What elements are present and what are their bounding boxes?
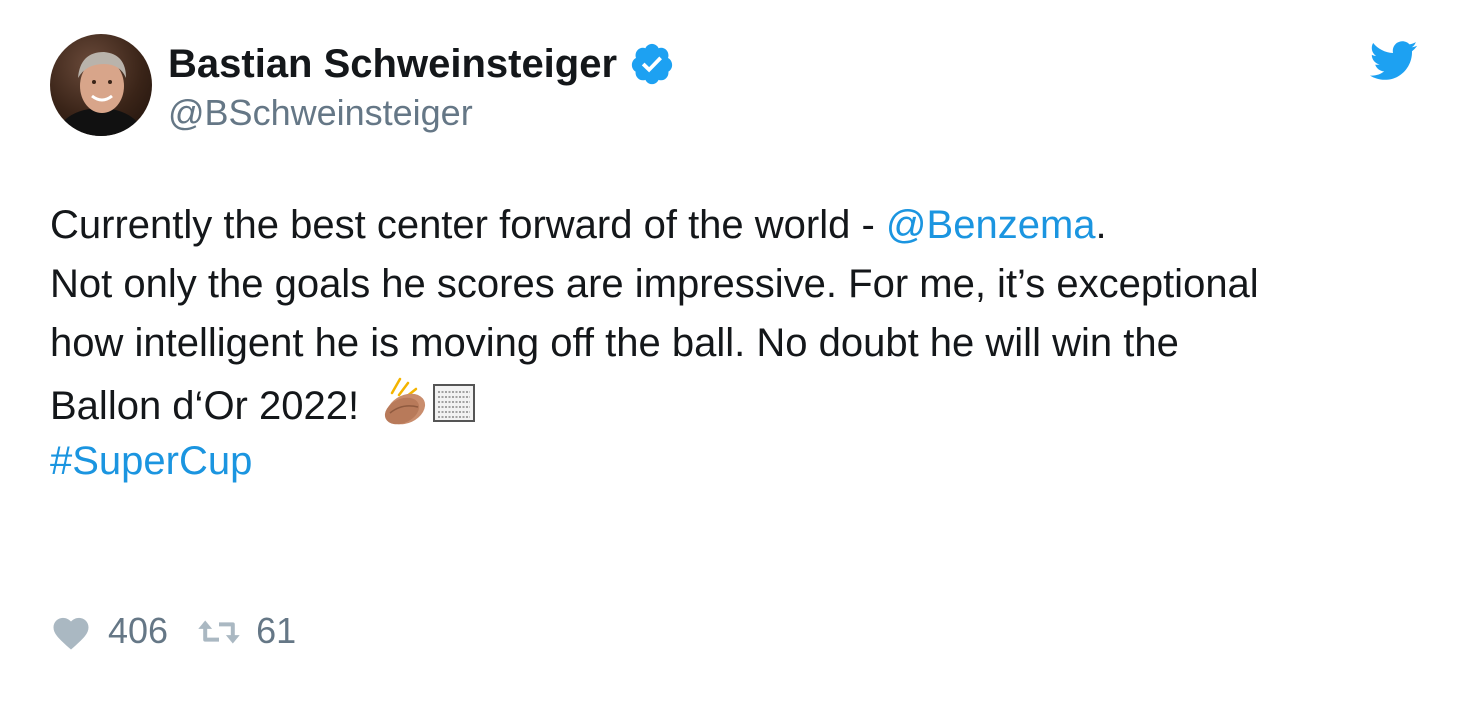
missing-glyph-box-icon	[432, 381, 476, 425]
tweet-actions: 406 61	[50, 606, 296, 656]
hashtag-link[interactable]: #SuperCup	[50, 432, 1430, 491]
tweet-line-3: how intelligent he is moving off the bal…	[50, 321, 1179, 365]
heart-icon[interactable]	[50, 611, 92, 651]
retweet-count[interactable]: 61	[256, 610, 296, 652]
tweet-text: Currently the best center forward of the…	[50, 196, 1430, 491]
twitter-bird-icon[interactable]	[1369, 40, 1418, 82]
tweet-line-4-text: Ballon d‘Or 2022!	[50, 384, 371, 428]
tweet-line-1: Currently the best center forward of the…	[50, 196, 1430, 255]
author-display-name[interactable]: Bastian Schweinsteiger	[168, 38, 617, 90]
verified-badge-icon	[629, 41, 675, 87]
like-count[interactable]: 406	[108, 610, 168, 652]
tweet-line-4: Ballon d‘Or 2022!	[50, 373, 1430, 432]
tweet-line-1-text: Currently the best center forward of the…	[50, 203, 886, 247]
tweet-line-1-end: .	[1095, 203, 1107, 247]
tweet-line-2: Not only the goals he scores are impress…	[50, 262, 1259, 306]
author-handle[interactable]: @BSchweinsteiger	[168, 90, 473, 136]
clapping-hands-emoji	[378, 373, 430, 425]
mention-link[interactable]: @Benzema	[886, 203, 1096, 247]
retweet-icon[interactable]	[196, 615, 242, 647]
author-avatar[interactable]	[50, 34, 152, 136]
author-name-row: Bastian Schweinsteiger	[168, 38, 675, 90]
tweet-card: Bastian Schweinsteiger @BSchweinsteiger …	[0, 0, 1460, 711]
